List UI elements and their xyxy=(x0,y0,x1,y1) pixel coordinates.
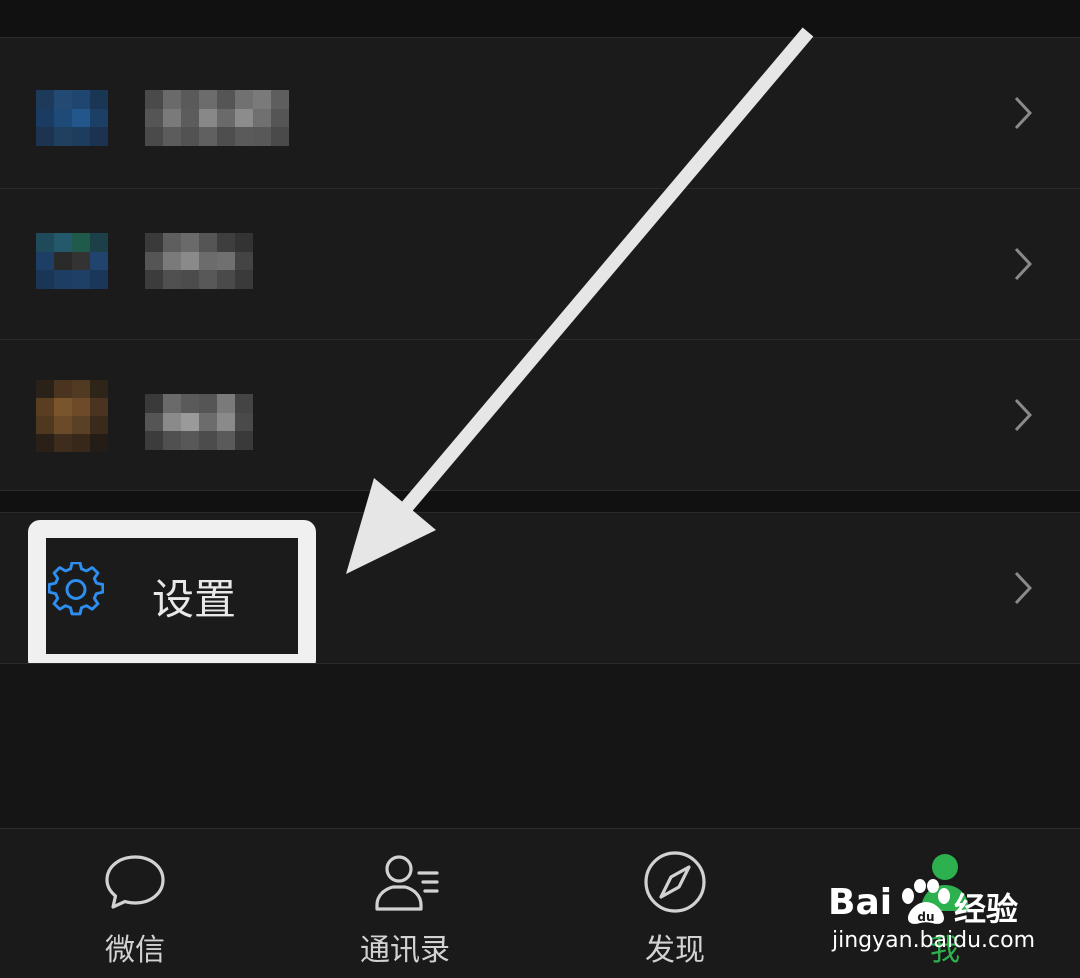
chevron-right-icon xyxy=(1014,96,1032,130)
tab-discover[interactable]: 发现 xyxy=(575,829,775,978)
blurred-name xyxy=(145,394,253,450)
highlight-box xyxy=(28,520,316,672)
tab-label: 发现 xyxy=(645,933,705,968)
blurred-name xyxy=(145,90,289,146)
section-gap xyxy=(0,491,1080,512)
bottom-tab-bar: 微信 通讯录 发现 我 xyxy=(0,828,1080,978)
chevron-right-icon xyxy=(1014,247,1032,281)
contacts-icon xyxy=(371,849,439,915)
tab-label: 微信 xyxy=(105,933,165,968)
list-item[interactable] xyxy=(0,189,1080,339)
tab-label: 通讯录 xyxy=(360,933,450,968)
person-icon xyxy=(911,849,979,915)
blurred-avatar xyxy=(36,233,108,289)
tab-me[interactable]: 我 xyxy=(845,829,1045,978)
chevron-right-icon xyxy=(1014,398,1032,432)
tab-chats[interactable]: 微信 xyxy=(35,829,235,978)
list-item[interactable] xyxy=(0,340,1080,490)
compass-icon xyxy=(641,849,709,915)
blurred-avatar xyxy=(36,380,108,452)
me-page: 设置 微信 通讯录 发现 我 Bai du 经验 jingyan.baidu.c… xyxy=(0,0,1080,978)
chat-bubble-icon xyxy=(101,849,169,915)
blurred-name xyxy=(145,233,253,289)
list-item[interactable] xyxy=(0,38,1080,188)
blurred-avatar xyxy=(36,90,108,146)
tab-contacts[interactable]: 通讯录 xyxy=(305,829,505,978)
empty-area xyxy=(0,664,1080,828)
tab-label: 我 xyxy=(930,933,960,968)
chevron-right-icon xyxy=(1014,571,1032,605)
